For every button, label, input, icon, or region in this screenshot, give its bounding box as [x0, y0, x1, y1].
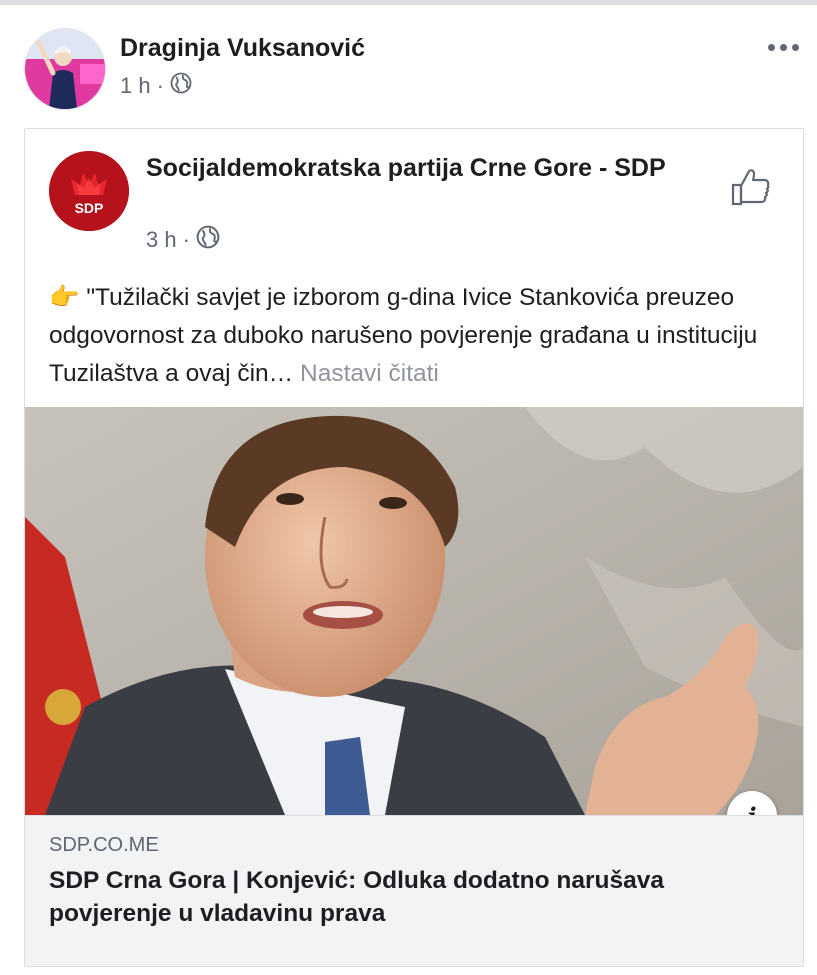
shared-post-time[interactable]: 3 h: [146, 227, 177, 253]
shared-post-meta: 3 h ·: [146, 225, 220, 255]
meta-separator: ·: [182, 227, 190, 252]
author-name[interactable]: Draginja Vuksanović: [120, 34, 365, 63]
post-meta: 1 h ·: [120, 72, 192, 100]
link-preview-footer[interactable]: SDP.CO.ME SDP Crna Gora | Konjević: Odlu…: [25, 815, 803, 966]
globe-icon: [170, 72, 192, 100]
link-title[interactable]: SDP Crna Gora | Konjević: Odluka dodatno…: [49, 864, 779, 930]
page-name[interactable]: Socijaldemokratska partija Crne Gore - S…: [146, 151, 706, 185]
shared-post-card: SDP Socijaldemokratska partija Crne Gore…: [24, 128, 804, 967]
globe-icon: [196, 225, 220, 255]
more-dots-icon[interactable]: [768, 44, 799, 51]
link-domain: SDP.CO.ME: [49, 834, 159, 856]
top-divider: [0, 0, 817, 5]
page-logo[interactable]: SDP: [49, 151, 129, 231]
author-avatar[interactable]: [24, 28, 106, 110]
thumbs-up-icon[interactable]: [729, 165, 773, 209]
post-time[interactable]: 1 h: [120, 73, 151, 99]
pointing-hand-emoji: 👉: [49, 284, 80, 311]
logo-text: SDP: [75, 200, 104, 216]
link-photo[interactable]: [25, 407, 803, 815]
post-text: 👉 "Tužilački savjet je izborom g-dina Iv…: [49, 279, 789, 393]
see-more-link[interactable]: Nastavi čitati: [300, 360, 439, 387]
meta-separator: ·: [156, 73, 164, 98]
